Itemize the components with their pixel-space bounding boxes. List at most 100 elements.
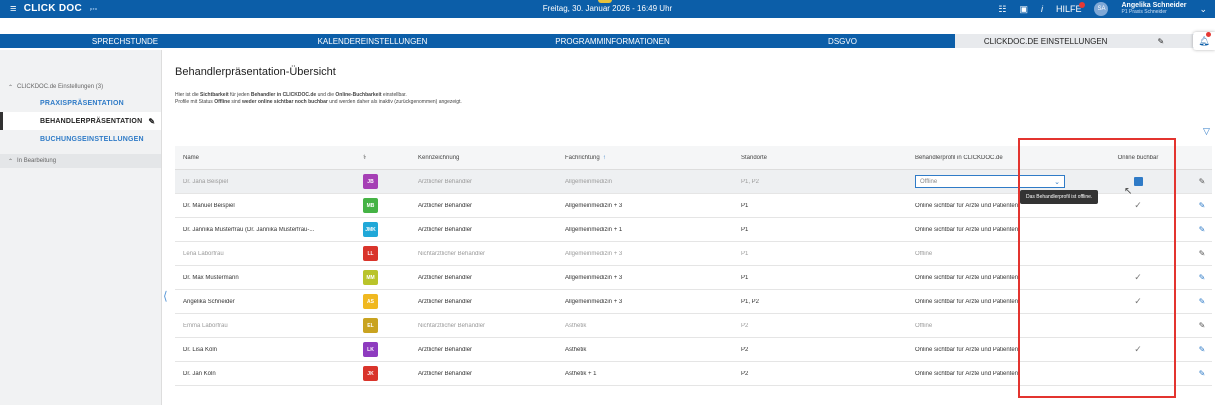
cell-edit: ✎ <box>1184 345 1212 354</box>
collapse-sidebar-icon[interactable]: ⟨ <box>163 289 168 303</box>
initials-badge: LL <box>363 246 378 261</box>
cell-edit: ✎ <box>1184 369 1212 378</box>
header-name[interactable]: Name <box>175 155 355 161</box>
main-content: Behandlerpräsentation-Übersicht Hier ist… <box>175 66 1215 106</box>
tab-label: SPRECHSTUNDE <box>91 36 159 46</box>
cell-kennzeichnung: Ärztlicher Behandler <box>418 274 473 281</box>
cell-fachrichtung: Ästhetik + 1 <box>565 370 597 377</box>
edit-pencil-icon[interactable]: ✎ <box>1199 177 1206 186</box>
initials-badge: AS <box>363 294 378 309</box>
tab-programminformationen[interactable]: PROGRAMMINFORMATIONEN <box>495 34 730 48</box>
cell-edit: ✎ <box>1184 297 1212 306</box>
profil-status: Offline <box>915 250 933 257</box>
edit-pencil-icon[interactable]: ✎ <box>1199 273 1206 282</box>
top-icons: ☷ ▣ i HILFE SA Angelika Schneider P1 Pra… <box>998 2 1207 16</box>
cell-fachrichtung: Ästhetik <box>565 346 587 353</box>
tab-clickdoc-einstellungen[interactable]: CLICKDOC.DE EINSTELLUNGEN ✎ <box>955 34 1193 48</box>
sidebar-group-label: CLICKDOC.de Einstellungen (3) <box>17 84 104 90</box>
cell-edit: ✎ <box>1184 249 1212 258</box>
user-name: Angelika Schneider <box>1121 2 1187 9</box>
header-label: Fachrichtung <box>565 154 600 161</box>
cell-edit: ✎ <box>1184 225 1212 234</box>
sidebar-group-in-bearbeitung[interactable]: ⌃ In Bearbeitung <box>0 154 161 168</box>
description-line-1: Hier ist die Sichtbarkeit für jeden Beha… <box>175 92 407 98</box>
tab-sprechstunde[interactable]: SPRECHSTUNDE <box>0 34 250 48</box>
user-practice: P1 Praxis Schneider <box>1121 9 1167 15</box>
sidebar-item-buchungseinstellungen[interactable]: BUCHUNGSEINSTELLUNGEN <box>0 130 161 148</box>
tab-label: KALENDEREINSTELLUNGEN <box>317 36 428 46</box>
edit-pencil-icon[interactable]: ✎ <box>1199 249 1206 258</box>
notifications-button[interactable]: 🔔︎ <box>1193 32 1215 50</box>
cell-initials: LK <box>355 342 410 357</box>
cell-initials: JB <box>355 174 410 189</box>
cell-name: Dr. Jan Köln <box>183 370 216 377</box>
sidebar-group-label: In Bearbeitung <box>17 158 57 164</box>
cell-kennzeichnung: Ärztlicher Behandler <box>418 298 473 305</box>
profil-status: Offline <box>915 322 933 329</box>
sidebar-item-label: BUCHUNGSEINSTELLUNGEN <box>40 135 144 143</box>
cell-edit: ✎ <box>1184 321 1212 330</box>
initials-badge: JB <box>363 174 378 189</box>
stethoscope-icon: ⚕ <box>363 155 367 161</box>
cell-standorte: P1, P2 <box>741 298 760 305</box>
cell-name: Emma Laborfrau <box>183 322 228 329</box>
cell-initials: LL <box>355 246 410 261</box>
calendar-icon[interactable]: ▣ <box>1019 4 1028 15</box>
sort-asc-icon: ↑ <box>602 154 606 161</box>
edit-pencil-icon[interactable]: ✎ <box>1199 297 1206 306</box>
cell-initials: EL <box>355 318 410 333</box>
cell-edit: ✎ <box>1184 273 1212 282</box>
cell-name: Dr. Lisa Köln <box>183 346 218 353</box>
cell-standorte: P2 <box>741 322 749 329</box>
cell-standorte: P1 <box>741 274 749 281</box>
chevron-down-icon[interactable]: ⌄ <box>1199 4 1207 15</box>
notification-notch[interactable] <box>598 0 612 3</box>
user-info[interactable]: Angelika Schneider P1 Praxis Schneider <box>1121 2 1186 16</box>
avatar[interactable]: SA <box>1094 2 1109 16</box>
profil-status: Online sichtbar für Ärzte und Patienten <box>915 298 1019 305</box>
profil-status: Online sichtbar für Ärzte und Patienten <box>915 346 1019 353</box>
tab-kalendereinstellungen[interactable]: KALENDEREINSTELLUNGEN <box>250 34 495 48</box>
help-badge <box>1079 2 1086 8</box>
cell-fachrichtung: Ästhetik <box>565 322 587 329</box>
cell-edit: ✎ <box>1184 201 1212 210</box>
edit-pencil-icon[interactable]: ✎ <box>1199 369 1206 378</box>
cell-standorte: P2 <box>741 370 749 377</box>
cell-standorte: P1 <box>741 202 749 209</box>
tab-label: DSGVO <box>828 36 857 46</box>
page-title: Behandlerpräsentation-Übersicht <box>175 66 336 78</box>
edit-pencil-icon[interactable]: ✎ <box>1199 345 1206 354</box>
cell-standorte: P1 <box>741 250 749 257</box>
cell-initials: MB <box>355 198 410 213</box>
tab-dsgvo[interactable]: DSGVO <box>730 34 955 48</box>
highlight-box <box>1018 138 1176 398</box>
header-kennzeichnung[interactable]: Kennzeichnung <box>410 155 557 161</box>
cell-name: Lena Laborfrau <box>183 250 224 257</box>
info-icon[interactable]: i <box>1041 4 1043 14</box>
cell-fachrichtung: Allgemeinmedizin + 3 <box>565 250 623 257</box>
sidebar-item-praxispraesentation[interactable]: PRAXISPRÄSENTATION <box>0 94 161 112</box>
profil-status: Online sichtbar für Ärzte und Patienten <box>915 370 1019 377</box>
sidebar-group-clickdoc[interactable]: ⌃ CLICKDOC.de Einstellungen (3) <box>0 80 161 94</box>
cell-initials: MM <box>355 270 410 285</box>
header-fachrichtung[interactable]: Fachrichtung ↑ <box>557 155 733 161</box>
sidebar-item-behandlerpraesentation[interactable]: BEHANDLERPRÄSENTATION ✎ <box>0 112 161 130</box>
tab-label: CLICKDOC.DE EINSTELLUNGEN <box>983 36 1108 46</box>
cell-kennzeichnung: Ärztlicher Behandler <box>418 226 473 233</box>
cell-initials: AS <box>355 294 410 309</box>
cell-fachrichtung: Allgemeinmedizin + 3 <box>565 202 623 209</box>
help-link[interactable]: HILFE <box>1055 2 1086 14</box>
sidebar: ⌃ CLICKDOC.de Einstellungen (3) PRAXISPRÄ… <box>0 50 162 405</box>
top-bar: ≡ CLICK DOC pro Freitag, 30. Januar 2026 … <box>0 0 1215 18</box>
cell-kennzeichnung: Ärztlicher Behandler <box>418 346 473 353</box>
help-label: HILFE <box>1055 4 1082 14</box>
header-standorte[interactable]: Standorte <box>733 155 907 161</box>
cell-name: Angelika Schneider <box>183 298 235 305</box>
edit-pencil-icon[interactable]: ✎ <box>1199 225 1206 234</box>
settings-sliders-icon[interactable]: ☷ <box>998 4 1006 15</box>
cell-kennzeichnung: Nichtärztlicher Behandler <box>418 250 486 257</box>
pencil-icon: ✎ <box>1157 36 1165 46</box>
filter-icon[interactable]: ▽ <box>1203 126 1210 137</box>
edit-pencil-icon[interactable]: ✎ <box>1199 321 1206 330</box>
edit-pencil-icon[interactable]: ✎ <box>1199 201 1206 210</box>
